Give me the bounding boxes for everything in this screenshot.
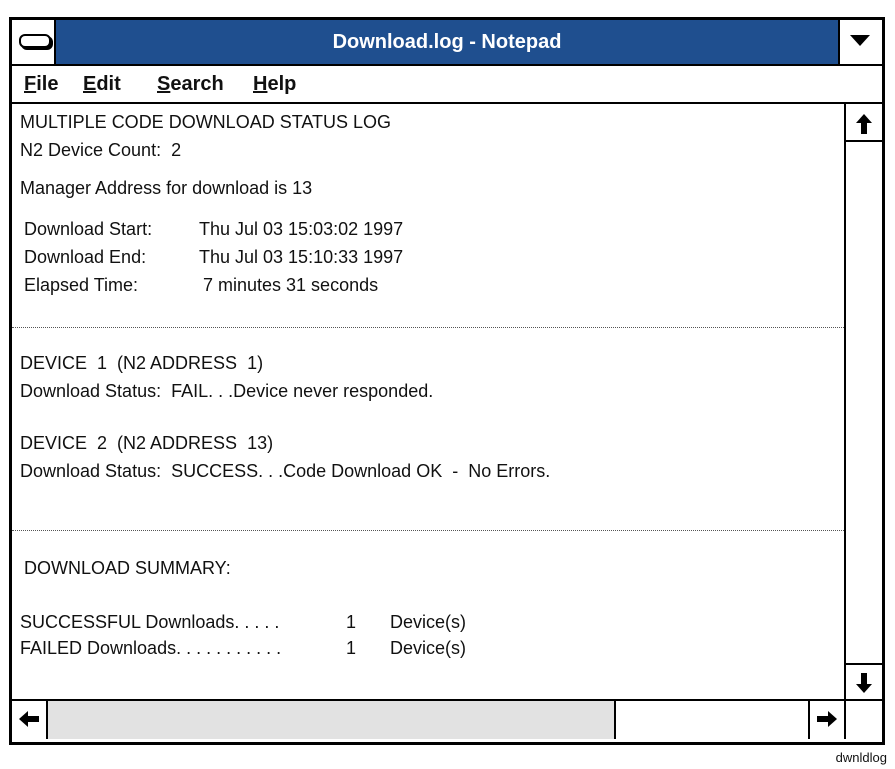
horizontal-scrollbar[interactable] [12,699,844,739]
menu-search[interactable]: Search [157,73,224,96]
download-end-value: Thu Jul 03 15:10:33 1997 [199,247,404,267]
scrollbar-corner [844,699,882,739]
failed-count: 1 [346,638,357,658]
scroll-left-button[interactable] [12,701,48,739]
successful-unit: Device(s) [390,612,467,632]
log-header: MULTIPLE CODE DOWNLOAD STATUS LOG [20,112,392,132]
separator [12,530,844,531]
separator [12,327,844,328]
notepad-window: Download.log - Notepad File Edit Search … [9,17,885,745]
device1-title: DEVICE 1 (N2 ADDRESS 1) [20,353,264,373]
arrow-down-icon [856,673,872,693]
download-end-label: Download End: [24,247,147,267]
figure-caption: dwnldlog [835,750,887,765]
system-menu-icon [19,34,51,48]
scroll-down-button[interactable] [846,663,882,699]
chevron-down-icon [850,35,870,46]
failed-unit: Device(s) [390,638,467,658]
arrow-right-icon [817,711,837,727]
menu-help[interactable]: Help [253,73,296,96]
system-menu-button[interactable] [12,20,56,64]
successful-count: 1 [346,612,357,632]
device1-status: Download Status: FAIL. . .Device never r… [20,381,434,401]
text-area[interactable]: MULTIPLE CODE DOWNLOAD STATUS LOG N2 Dev… [12,104,844,699]
menu-bar: File Edit Search Help [12,66,882,104]
menu-file[interactable]: File [24,73,58,96]
title-bar[interactable]: Download.log - Notepad [12,20,882,66]
manager-address: Manager Address for download is 13 [20,178,313,198]
minimize-button[interactable] [838,20,882,64]
elapsed-value: 7 minutes 31 seconds [203,275,379,295]
elapsed-label: Elapsed Time: [24,275,139,295]
download-start-value: Thu Jul 03 15:03:02 1997 [199,219,404,239]
arrow-up-icon [856,114,872,134]
menu-edit[interactable]: Edit [83,73,121,96]
summary-title: DOWNLOAD SUMMARY: [24,558,231,578]
device2-status: Download Status: SUCCESS. . .Code Downlo… [20,461,551,481]
arrow-left-icon [19,711,39,727]
successful-label: SUCCESSFUL Downloads. . . . . [20,612,280,632]
vertical-scrollbar[interactable] [844,104,882,699]
window-title: Download.log - Notepad [332,31,562,53]
failed-label: FAILED Downloads. . . . . . . . . . . [20,638,282,658]
download-start-label: Download Start: [24,219,153,239]
device2-title: DEVICE 2 (N2 ADDRESS 13) [20,433,274,453]
horizontal-scroll-track[interactable] [48,701,616,739]
scroll-up-button[interactable] [846,106,882,142]
scroll-right-button[interactable] [808,701,844,739]
device-count: N2 Device Count: 2 [20,140,182,160]
